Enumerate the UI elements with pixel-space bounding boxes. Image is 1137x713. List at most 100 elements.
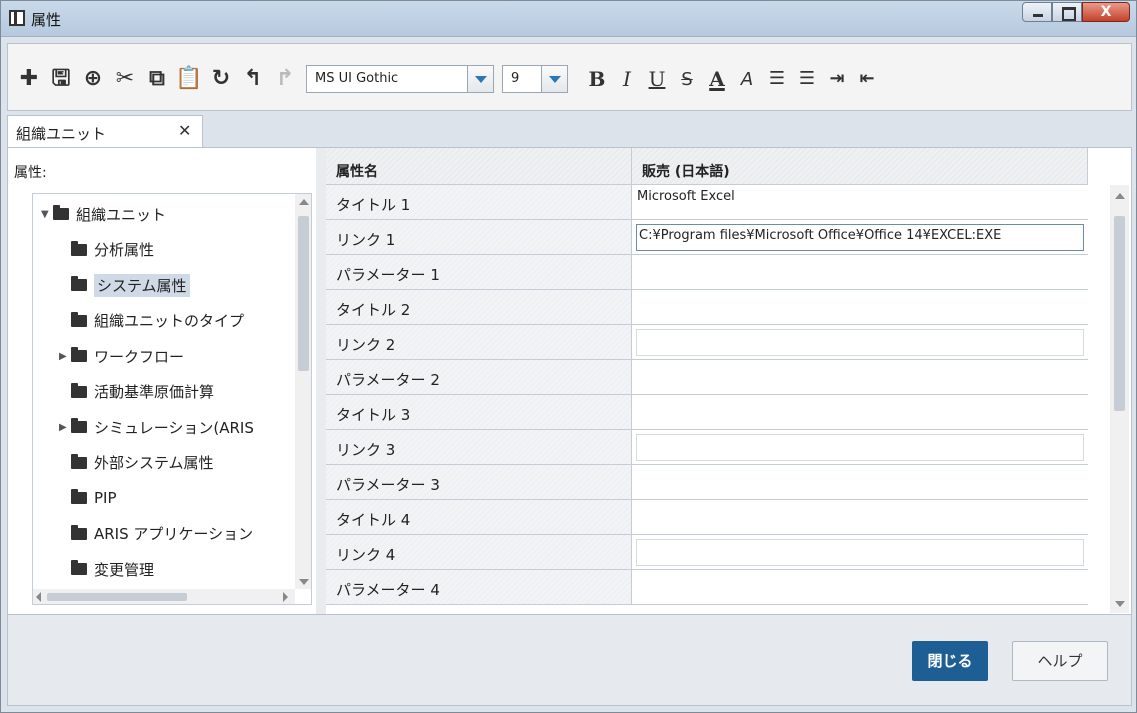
attribute-value-cell[interactable]	[632, 570, 1088, 605]
attribute-value-cell[interactable]	[632, 290, 1088, 325]
folder-icon	[71, 560, 87, 575]
folder-icon	[71, 418, 87, 433]
tree-item-label: 分析属性	[94, 241, 155, 259]
scroll-down-icon[interactable]	[299, 579, 309, 585]
attribute-name-cell: タイトル 3	[326, 395, 632, 430]
header-spacer	[1088, 148, 1108, 185]
indent-icon[interactable]: ⇥	[824, 66, 850, 92]
tree-item-label: 変更管理	[94, 560, 155, 579]
close-tab-icon[interactable]: ✕	[178, 121, 191, 140]
table-row: リンク 1 C:¥Program files¥Microsoft Office¥O…	[326, 220, 1088, 255]
tree-item-label: シミュレーション(ARIS	[94, 418, 254, 437]
attribute-value-cell[interactable]: C:¥Program files¥Microsoft Office¥Office…	[632, 220, 1088, 255]
tab-label: 組織ユニット	[16, 125, 107, 143]
help-button[interactable]: ヘルプ	[1012, 641, 1108, 681]
refresh-icon[interactable]: ↻	[208, 66, 234, 92]
attribute-name-cell: パラメーター 1	[326, 255, 632, 290]
highlight-color-icon[interactable]: A	[734, 69, 760, 90]
numbered-list-icon[interactable]: ☰	[764, 66, 790, 92]
collapsed-arrow-icon[interactable]: ▶	[59, 422, 69, 433]
folder-icon	[71, 240, 87, 256]
attribute-value-cell[interactable]	[632, 535, 1088, 570]
tree-horizontal-scrollbar[interactable]	[33, 589, 295, 604]
table-row: タイトル 1 Microsoft Excel	[326, 185, 1088, 220]
tree-item[interactable]: 分析属性	[59, 238, 154, 262]
tree-vertical-scrollbar[interactable]	[295, 194, 311, 589]
folder-icon	[71, 489, 87, 504]
scroll-up-icon[interactable]	[299, 199, 309, 205]
tab-organizational-unit[interactable]: 組織ユニット ✕	[7, 115, 203, 148]
attribute-value-cell[interactable]	[632, 500, 1088, 535]
tab-strip: 組織ユニット ✕	[7, 115, 1132, 148]
maximize-button[interactable]	[1052, 2, 1082, 22]
outdent-icon[interactable]: ⇤	[854, 66, 880, 92]
attribute-value-cell[interactable]	[632, 255, 1088, 290]
chevron-down-icon[interactable]	[541, 66, 567, 92]
bullet-list-icon[interactable]: ☰	[794, 66, 820, 92]
attribute-name-cell: リンク 2	[326, 325, 632, 360]
chevron-down-icon[interactable]	[467, 66, 493, 92]
cut-icon[interactable]: ✂	[112, 66, 138, 92]
table-row: リンク 2	[326, 325, 1088, 360]
tree-item[interactable]: ▶ ワークフロー	[59, 344, 184, 368]
italic-icon[interactable]: I	[614, 67, 640, 91]
attribute-group-tree[interactable]: ▼ 組織ユニット分析属性システム属性組織ユニットのタイプ ▶ ワークフロー活動基準原価…	[32, 193, 312, 605]
link-input[interactable]	[636, 539, 1084, 566]
add-icon[interactable]: ✚	[16, 66, 42, 92]
font-size-value: 9	[511, 71, 520, 86]
paste-icon[interactable]: 📋	[175, 66, 202, 92]
tree-item[interactable]: ▶ シミュレーション(ARIS	[59, 415, 254, 439]
folder-icon	[71, 453, 87, 469]
font-color-icon[interactable]: A	[704, 67, 730, 91]
attribute-name-cell: パラメーター 4	[326, 570, 632, 605]
tree-item-label: 活動基準原価計算	[94, 383, 215, 401]
underline-icon[interactable]: U	[644, 67, 670, 91]
attribute-value-cell[interactable]	[632, 430, 1088, 465]
scroll-thumb[interactable]	[1114, 216, 1125, 411]
scroll-thumb[interactable]	[47, 593, 187, 601]
properties-dialog: 属性 X ✚ 🖫 ⊕ ✂ ⧉ 📋 ↻ ↰ ↱ MS UI Gothic 9 B I U S A …	[0, 0, 1137, 713]
scroll-left-icon[interactable]	[36, 592, 41, 602]
insert-link-icon[interactable]: ⊕	[80, 66, 106, 92]
folder-icon	[71, 524, 87, 540]
collapsed-arrow-icon[interactable]: ▶	[59, 351, 69, 362]
undo-icon[interactable]: ↰	[240, 66, 266, 92]
scroll-thumb[interactable]	[298, 216, 309, 371]
strikethrough-icon[interactable]: S	[674, 69, 700, 90]
font-size-select[interactable]: 9	[502, 65, 568, 93]
tree-item[interactable]: PIP	[59, 486, 117, 510]
font-name-select[interactable]: MS UI Gothic	[306, 65, 494, 93]
scroll-up-icon[interactable]	[1115, 193, 1125, 199]
close-window-button[interactable]: X	[1082, 2, 1130, 22]
copy-icon[interactable]: ⧉	[144, 66, 170, 92]
tree-item[interactable]: 外部システム属性	[59, 451, 214, 475]
tree-item[interactable]: 変更管理	[59, 557, 154, 581]
title-bar[interactable]: 属性 X	[1, 1, 1136, 37]
scroll-right-icon[interactable]	[283, 592, 288, 602]
link-input[interactable]	[636, 434, 1084, 461]
expanded-arrow-icon[interactable]: ▼	[41, 209, 51, 220]
close-button[interactable]: 閉じる	[912, 641, 988, 681]
tree-item[interactable]: ▼ 組織ユニット	[41, 202, 166, 226]
tree-item[interactable]: システム属性	[59, 273, 190, 297]
attribute-value-cell[interactable]	[632, 360, 1088, 395]
tree-item[interactable]: ARIS アプリケーション	[59, 522, 253, 546]
bold-icon[interactable]: B	[584, 67, 610, 91]
link-input[interactable]	[636, 329, 1084, 356]
minimize-button[interactable]	[1022, 2, 1052, 22]
link-input[interactable]: C:¥Program files¥Microsoft Office¥Office…	[636, 224, 1084, 251]
attribute-value-cell[interactable]	[632, 395, 1088, 430]
attribute-value-cell[interactable]	[632, 465, 1088, 500]
folder-icon	[71, 311, 87, 327]
attribute-value-cell[interactable]	[632, 325, 1088, 360]
table-row: パラメーター 4	[326, 570, 1088, 605]
save-icon[interactable]: 🖫	[48, 66, 74, 92]
attribute-name-cell: リンク 3	[326, 430, 632, 465]
scroll-down-icon[interactable]	[1115, 601, 1125, 607]
tree-item[interactable]: 組織ユニットのタイプ	[59, 309, 244, 333]
table-row: リンク 4	[326, 535, 1088, 570]
attribute-value-cell[interactable]: Microsoft Excel	[632, 185, 1088, 220]
panel-splitter[interactable]	[316, 148, 326, 614]
tree-item[interactable]: 活動基準原価計算	[59, 380, 214, 404]
table-vertical-scrollbar[interactable]	[1110, 185, 1129, 613]
